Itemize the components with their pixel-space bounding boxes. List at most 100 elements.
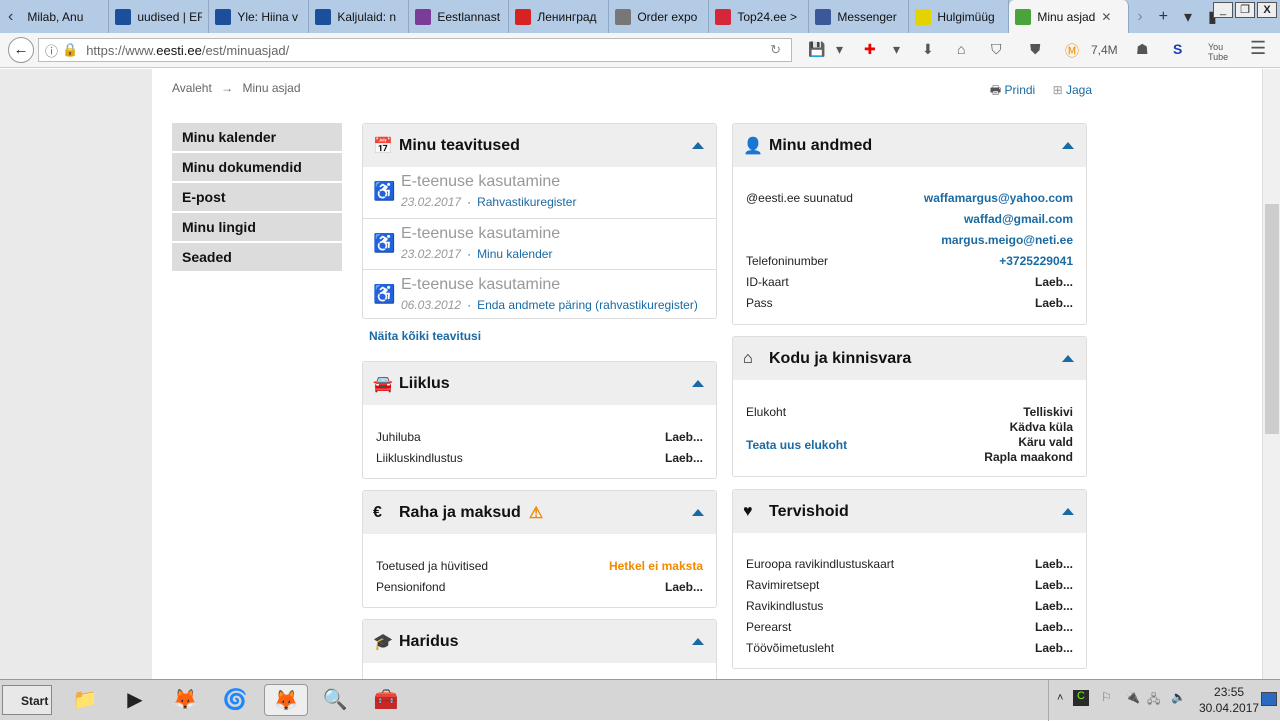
incognito-icon[interactable]: ☗ bbox=[1136, 41, 1149, 58]
volume-icon[interactable]: 🔈 bbox=[1171, 690, 1186, 704]
sidebar-item[interactable]: Minu kalender bbox=[172, 123, 342, 151]
ublock-icon[interactable]: ⛊ bbox=[1030, 41, 1041, 58]
browser-tab[interactable]: Ленинград bbox=[509, 0, 610, 33]
navigation-toolbar: ← ⓘ 🔒 https://www. eesti.ee/est/minuasjad… bbox=[0, 33, 1280, 68]
collapse-icon[interactable] bbox=[1062, 508, 1074, 515]
share-link[interactable]: Jaga bbox=[1066, 83, 1092, 97]
browser-tab[interactable]: Minu asjad ✕ bbox=[1009, 0, 1130, 33]
scrollbar-thumb[interactable] bbox=[1265, 204, 1279, 434]
menu-icon[interactable]: ☰ bbox=[1250, 38, 1266, 59]
pocket-icon[interactable]: ⛉ bbox=[991, 41, 1002, 58]
page: Avaleht → Minu asjad 🖶 Prindi ⊞ Jaga Min… bbox=[0, 69, 1262, 699]
media-player-icon[interactable]: ▶ bbox=[118, 684, 152, 716]
download-icon[interactable]: ⬇ bbox=[922, 41, 934, 58]
row-value[interactable]: +3725229041 bbox=[999, 254, 1073, 268]
tab-label: Kaljulaid: n bbox=[337, 9, 397, 24]
youtube-icon[interactable]: You Tube bbox=[1208, 42, 1228, 62]
clock[interactable]: 23:55 30.04.2017 bbox=[1199, 684, 1259, 716]
sidebar-item[interactable]: Minu lingid bbox=[172, 213, 342, 241]
browser-tab[interactable]: Order expo bbox=[609, 0, 710, 33]
vertical-scrollbar[interactable] bbox=[1262, 69, 1280, 679]
notification-item[interactable]: ♿ E-teenuse kasutamine 23.02.2017 · Minu kal… bbox=[363, 218, 716, 269]
tab-label: Order expo bbox=[637, 9, 698, 24]
collapse-icon[interactable] bbox=[692, 509, 704, 516]
start-button[interactable]: Start bbox=[2, 685, 52, 715]
back-button[interactable]: ← bbox=[8, 37, 34, 63]
browser-tab[interactable]: Top24.ee > bbox=[709, 0, 810, 33]
email-link[interactable]: waffamargus@yahoo.com bbox=[924, 191, 1073, 205]
new-tab-button[interactable]: + bbox=[1151, 8, 1176, 26]
m-extension-icon[interactable]: Ⓜ bbox=[1065, 41, 1079, 61]
browser-tab[interactable]: Hulgimüüg bbox=[909, 0, 1010, 33]
save-icon[interactable]: 💾 bbox=[808, 41, 825, 58]
tab-label: Top24.ee > bbox=[737, 9, 798, 24]
show-hidden-icons[interactable]: ˄ bbox=[1057, 692, 1063, 704]
sidebar-item[interactable]: E-post bbox=[172, 183, 342, 211]
panel-title: Haridus bbox=[399, 632, 459, 650]
bullet: · bbox=[467, 195, 472, 209]
first-aid-icon[interactable]: ✚ bbox=[864, 41, 876, 58]
file-explorer-icon[interactable]: 📁 bbox=[68, 684, 102, 716]
power-icon[interactable]: 🔌 bbox=[1125, 690, 1140, 704]
panel-header[interactable]: ♥ Tervishoid bbox=[733, 490, 1086, 533]
app-tray-icon[interactable]: C bbox=[1073, 690, 1089, 706]
notification-item[interactable]: ♿ E-teenuse kasutamine 06.03.2012 · Enda and… bbox=[363, 269, 716, 318]
flag-icon[interactable]: ⚐ bbox=[1101, 690, 1112, 704]
sidebar-item[interactable]: Seaded bbox=[172, 243, 342, 271]
s-extension-icon[interactable]: S bbox=[1173, 41, 1182, 57]
report-new-residence-link[interactable]: Teata uus elukoht bbox=[746, 438, 847, 452]
browser-tab[interactable]: Eestlannast bbox=[409, 0, 510, 33]
browser-tab[interactable]: uudised | ERR bbox=[109, 0, 210, 33]
browser-tab[interactable]: Yle: Hiina v bbox=[209, 0, 310, 33]
notification-link[interactable]: Enda andmete päring (rahvastikuregister) bbox=[477, 298, 698, 312]
panel-header[interactable]: € Raha ja maksud ⚠ bbox=[363, 491, 716, 534]
browser-tab[interactable]: Messenger bbox=[809, 0, 910, 33]
reload-icon[interactable]: ↻ bbox=[770, 42, 781, 58]
info-icon[interactable]: ⓘ bbox=[45, 41, 58, 60]
network-icon[interactable]: 🖧 bbox=[1147, 690, 1160, 711]
collapse-icon[interactable] bbox=[1062, 142, 1074, 149]
tab-list-button[interactable]: ▾ bbox=[1176, 7, 1200, 27]
firefox-active-icon[interactable]: 🦊 bbox=[264, 684, 308, 716]
notification-link[interactable]: Rahvastikuregister bbox=[477, 195, 576, 209]
minimize-button[interactable]: _ bbox=[1213, 2, 1233, 18]
collapse-icon[interactable] bbox=[692, 380, 704, 387]
network-tool-icon[interactable]: 🔍 bbox=[318, 684, 352, 716]
notification-link[interactable]: Minu kalender bbox=[477, 247, 552, 261]
close-tab-icon[interactable]: ✕ bbox=[1101, 10, 1111, 24]
address-line: Rapla maakond bbox=[984, 450, 1073, 464]
toolbox-icon[interactable]: 🧰 bbox=[364, 684, 408, 716]
collapse-icon[interactable] bbox=[692, 142, 704, 149]
restore-button[interactable]: ❐ bbox=[1235, 2, 1255, 18]
row-value: Laeb... bbox=[664, 450, 703, 465]
show-all-notifications-link[interactable]: Näita kõiki teavitusi bbox=[369, 329, 481, 343]
print-link[interactable]: Prindi bbox=[1005, 83, 1036, 97]
scroll-tabs-left[interactable]: ‹ bbox=[0, 8, 21, 26]
home-icon[interactable]: ⌂ bbox=[957, 41, 965, 57]
panel-header[interactable]: 📅 Minu teavitused bbox=[363, 124, 716, 167]
panel-header[interactable]: 🚘 Liiklus bbox=[363, 362, 716, 405]
dropdown-icon[interactable]: ▾ bbox=[893, 41, 900, 58]
system-tray: ˄ C ⚐ 🔌 🖧 🔈 23:55 30.04.2017 bbox=[1048, 680, 1280, 721]
firefox-icon[interactable]: 🦊 bbox=[168, 684, 202, 716]
panel-header[interactable]: ⌂ Kodu ja kinnisvara bbox=[733, 337, 1086, 380]
breadcrumb-home[interactable]: Avaleht bbox=[172, 81, 212, 95]
notification-item[interactable]: ♿ E-teenuse kasutamine 23.02.2017 · Rahvasti… bbox=[363, 167, 716, 218]
panel-header[interactable]: 👤 Minu andmed bbox=[733, 124, 1086, 167]
sidebar-item[interactable]: Minu dokumendid bbox=[172, 153, 342, 181]
home-property-panel: ⌂ Kodu ja kinnisvara Elukoht Teata uus el… bbox=[732, 336, 1087, 477]
url-bar[interactable]: ⓘ 🔒 https://www. eesti.ee/est/minuasjad/ … bbox=[38, 38, 792, 62]
email-link[interactable]: margus.meigo@neti.ee bbox=[941, 233, 1073, 247]
email-link[interactable]: waffad@gmail.com bbox=[964, 212, 1073, 226]
address-line: Telliskivi bbox=[1023, 405, 1073, 419]
browser-icon[interactable]: 🌀 bbox=[218, 684, 252, 716]
panel-header[interactable]: 🎓 Haridus bbox=[363, 620, 716, 663]
collapse-icon[interactable] bbox=[1062, 355, 1074, 362]
show-desktop-icon[interactable] bbox=[1261, 692, 1277, 706]
browser-tab[interactable]: Milab, Anu bbox=[21, 0, 110, 33]
close-window-button[interactable]: X bbox=[1257, 2, 1277, 18]
browser-tab[interactable]: Kaljulaid: n bbox=[309, 0, 410, 33]
dropdown-icon[interactable]: ▾ bbox=[836, 41, 843, 58]
collapse-icon[interactable] bbox=[692, 638, 704, 645]
scroll-tabs-right[interactable]: › bbox=[1129, 8, 1150, 26]
